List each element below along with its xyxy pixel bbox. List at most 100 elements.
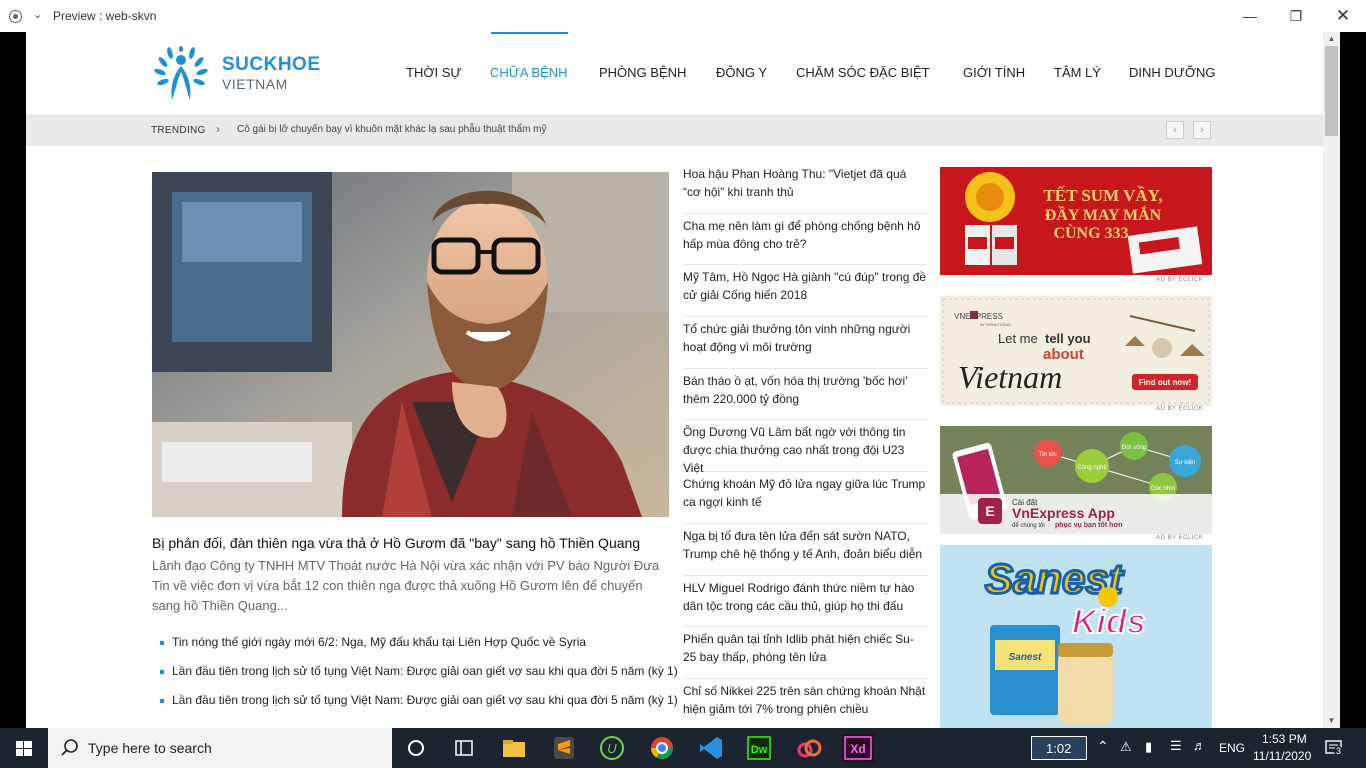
restore-button[interactable]: ❐: [1286, 6, 1306, 26]
upwork-icon[interactable]: U: [598, 734, 626, 762]
trending-link[interactable]: Cô gái bị lỡ chuyến bay vì khuôn mặt khá…: [237, 124, 547, 135]
featured-image[interactable]: [152, 172, 669, 517]
adobe-xd-icon[interactable]: Xd: [842, 734, 874, 762]
page-viewport: SUCKHOE VIETNAM THỜI SỰ CHỮA BỆNH PHÒNG …: [26, 32, 1323, 728]
news-item[interactable]: Ông Dương Vũ Lâm bất ngờ với thông tin đ…: [683, 420, 927, 475]
news-item[interactable]: Phiến quân tại tỉnh Idlib phát hiện chiế…: [683, 627, 927, 679]
ad-banner-vnexpress[interactable]: VNEXPRESS INTERNATIONAL Let me tell you …: [940, 296, 1212, 406]
ad-app-graphic: Tin tức Đời sống Sự kiện Công nghệ Góc n…: [940, 426, 1212, 534]
left-margin: [0, 32, 26, 728]
site-logo[interactable]: SUCKHOE VIETNAM: [152, 46, 322, 101]
chrome-icon[interactable]: [648, 734, 676, 762]
nav-item-gioi-tinh[interactable]: GIỚI TÍNH: [963, 65, 1025, 80]
nav-item-thoi-su[interactable]: THỜI SỰ: [406, 65, 461, 80]
nav-item-cham-soc-dac-biet[interactable]: CHĂM SÓC ĐẶC BIỆT: [796, 65, 930, 80]
ad-tag: AD BY ECLICK: [1156, 277, 1204, 283]
ad-app-sub2: phục vụ bạn tốt hơn: [1055, 521, 1123, 529]
related-link[interactable]: Lần đầu tiên trong lịch sử tố tụng Việt …: [152, 661, 678, 690]
nav-item-phong-benh[interactable]: PHÒNG BỆNH: [599, 65, 686, 80]
ad-vnexpress-graphic: VNEXPRESS INTERNATIONAL Let me tell you …: [940, 296, 1212, 406]
timer-widget[interactable]: 1:02: [1031, 736, 1087, 760]
trending-label: TRENDING: [151, 125, 206, 136]
ad-bubble: Đời sống: [1122, 445, 1146, 451]
ad-banner-vnexpress-app[interactable]: Tin tức Đời sống Sự kiện Công nghệ Góc n…: [940, 426, 1212, 534]
logo-subtitle: VIETNAM: [222, 76, 288, 92]
scroll-up-icon[interactable]: ▲: [1323, 32, 1340, 46]
app-logo-icon: E: [985, 503, 994, 519]
minimize-button[interactable]: —: [1240, 6, 1260, 26]
ad-text-1: Let me: [998, 331, 1038, 346]
ad-333-graphic: TẾT SUM VẦY, ĐẦY MAY MẮN CÙNG 333: [940, 167, 1212, 275]
nav-item-chua-benh[interactable]: CHỮA BỆNH: [490, 65, 568, 80]
file-explorer-icon[interactable]: [500, 734, 528, 762]
ad-bubble: Công nghệ: [1077, 465, 1107, 471]
ad-sanest-graphic: Sanest Kids Sanest: [940, 545, 1212, 728]
language-indicator[interactable]: ENG: [1219, 741, 1245, 755]
ad-banner-333[interactable]: TẾT SUM VẦY, ĐẦY MAY MẮN CÙNG 333: [940, 167, 1212, 275]
ad-vnexpress-brand: VNEXPRESS: [954, 312, 1003, 321]
battery-icon[interactable]: ▮: [1145, 739, 1152, 755]
nav-item-dinh-duong[interactable]: DINH DƯỠNG: [1129, 65, 1216, 80]
news-list: Hoa hậu Phan Hoàng Thu: "Vietjet đã quá …: [683, 162, 927, 728]
news-item[interactable]: Chỉ số Nikkei 225 trên sàn chứng khoán N…: [683, 679, 927, 728]
timer-text: 1:02: [1046, 741, 1072, 756]
news-item[interactable]: Tổ chức giải thưởng tôn vinh những người…: [683, 317, 927, 369]
volume-icon[interactable]: ♬: [1193, 738, 1206, 753]
warning-icon[interactable]: ⚠: [1120, 739, 1132, 755]
news-item[interactable]: Hoa hậu Phan Hoàng Thu: "Vietjet đã quá …: [683, 162, 927, 214]
news-item[interactable]: Cha mẹ nên làm gì để phòng chống bệnh hô…: [683, 214, 927, 266]
news-item[interactable]: Chứng khoán Mỹ đỏ lửa ngay giữa lúc Trum…: [683, 472, 927, 524]
trending-prev-button[interactable]: ‹: [1166, 121, 1184, 139]
news-item[interactable]: Nga bị tố đưa tên lửa đến sát sườn NATO,…: [683, 524, 927, 576]
ad-tag: AD BY ECLICK: [1156, 535, 1204, 541]
nav-active-indicator: [491, 32, 568, 34]
related-link[interactable]: Tin nóng thế giới ngày mới 6/2: Nga, Mỹ …: [152, 632, 672, 661]
ad-cta: Find out now!: [1139, 378, 1191, 387]
nav-item-dong-y[interactable]: ĐÔNG Y: [716, 65, 767, 80]
ad-text-4: Vietnam: [958, 359, 1062, 395]
svg-text:U: U: [607, 741, 617, 756]
ad-bubble: Tin tức: [1039, 452, 1057, 458]
chevron-right-icon: ›: [216, 122, 220, 136]
right-margin: [1340, 32, 1366, 728]
ad-app-name: VnExpress App: [1012, 505, 1115, 521]
taskbar: Type here to search U Dw Xd 1:02 ⌃ ⚠ ▮ ☰…: [0, 728, 1366, 768]
chevron-down-icon[interactable]: ⌄: [33, 8, 42, 21]
related-link[interactable]: Lần đầu tiên trong lịch sử tố tụng Việt …: [152, 690, 678, 719]
start-button[interactable]: [0, 728, 48, 768]
chevron-up-icon[interactable]: ⌃: [1097, 738, 1109, 755]
record-icon[interactable]: [9, 10, 22, 23]
clock-date[interactable]: 11/11/2020: [1253, 749, 1311, 763]
ad-box-label: Sanest: [1009, 652, 1042, 663]
logo-icon: [154, 46, 208, 100]
clock-time[interactable]: 1:53 PM: [1262, 732, 1307, 746]
dreamweaver-icon[interactable]: Dw: [745, 734, 773, 762]
related-links: Tin nóng thế giới ngày mới 6/2: Nga, Mỹ …: [152, 632, 678, 719]
nav-item-tam-ly[interactable]: TÂM LÝ: [1054, 65, 1101, 80]
news-item[interactable]: Bán tháo ồ ạt, vốn hóa thị trường 'bốc h…: [683, 369, 927, 421]
window-title-bar: ⌄ Preview : web-skvn — ❐ ✕: [0, 0, 1366, 32]
ad-banner-sanest[interactable]: Sanest Kids Sanest: [940, 545, 1212, 728]
wifi-icon[interactable]: ☰: [1170, 738, 1182, 754]
search-icon: [61, 739, 78, 756]
logo-name: SUCKHOE: [222, 54, 321, 75]
page-scrollbar[interactable]: ▲ ▼: [1323, 32, 1340, 728]
ad-tag: AD BY ECLICK: [1156, 406, 1204, 412]
featured-photo: [152, 172, 669, 517]
scroll-down-icon[interactable]: ▼: [1323, 714, 1340, 728]
ad-bubble: Góc nhìn: [1151, 486, 1175, 492]
featured-title[interactable]: Bị phản đối, đàn thiên nga vừa thả ở Hồ …: [152, 535, 672, 551]
cortana-icon[interactable]: [450, 734, 478, 762]
vscode-icon[interactable]: [697, 734, 725, 762]
notification-center-icon[interactable]: 3: [1324, 738, 1344, 758]
taskbar-search[interactable]: Type here to search: [48, 728, 392, 768]
scroll-thumb[interactable]: [1325, 46, 1338, 136]
news-item[interactable]: HLV Miguel Rodrigo đánh thức niềm tự hào…: [683, 576, 927, 628]
trending-next-button[interactable]: ›: [1193, 121, 1211, 139]
news-item[interactable]: Mỹ Tâm, Hồ Ngọc Hà giành "cú đúp" trong …: [683, 265, 927, 318]
close-button[interactable]: ✕: [1333, 6, 1353, 26]
task-view-icon[interactable]: [402, 734, 430, 762]
sublime-text-icon[interactable]: [550, 734, 578, 762]
ad-app-sub1: để chúng tôi: [1012, 522, 1045, 529]
creative-cloud-icon[interactable]: [795, 734, 823, 762]
